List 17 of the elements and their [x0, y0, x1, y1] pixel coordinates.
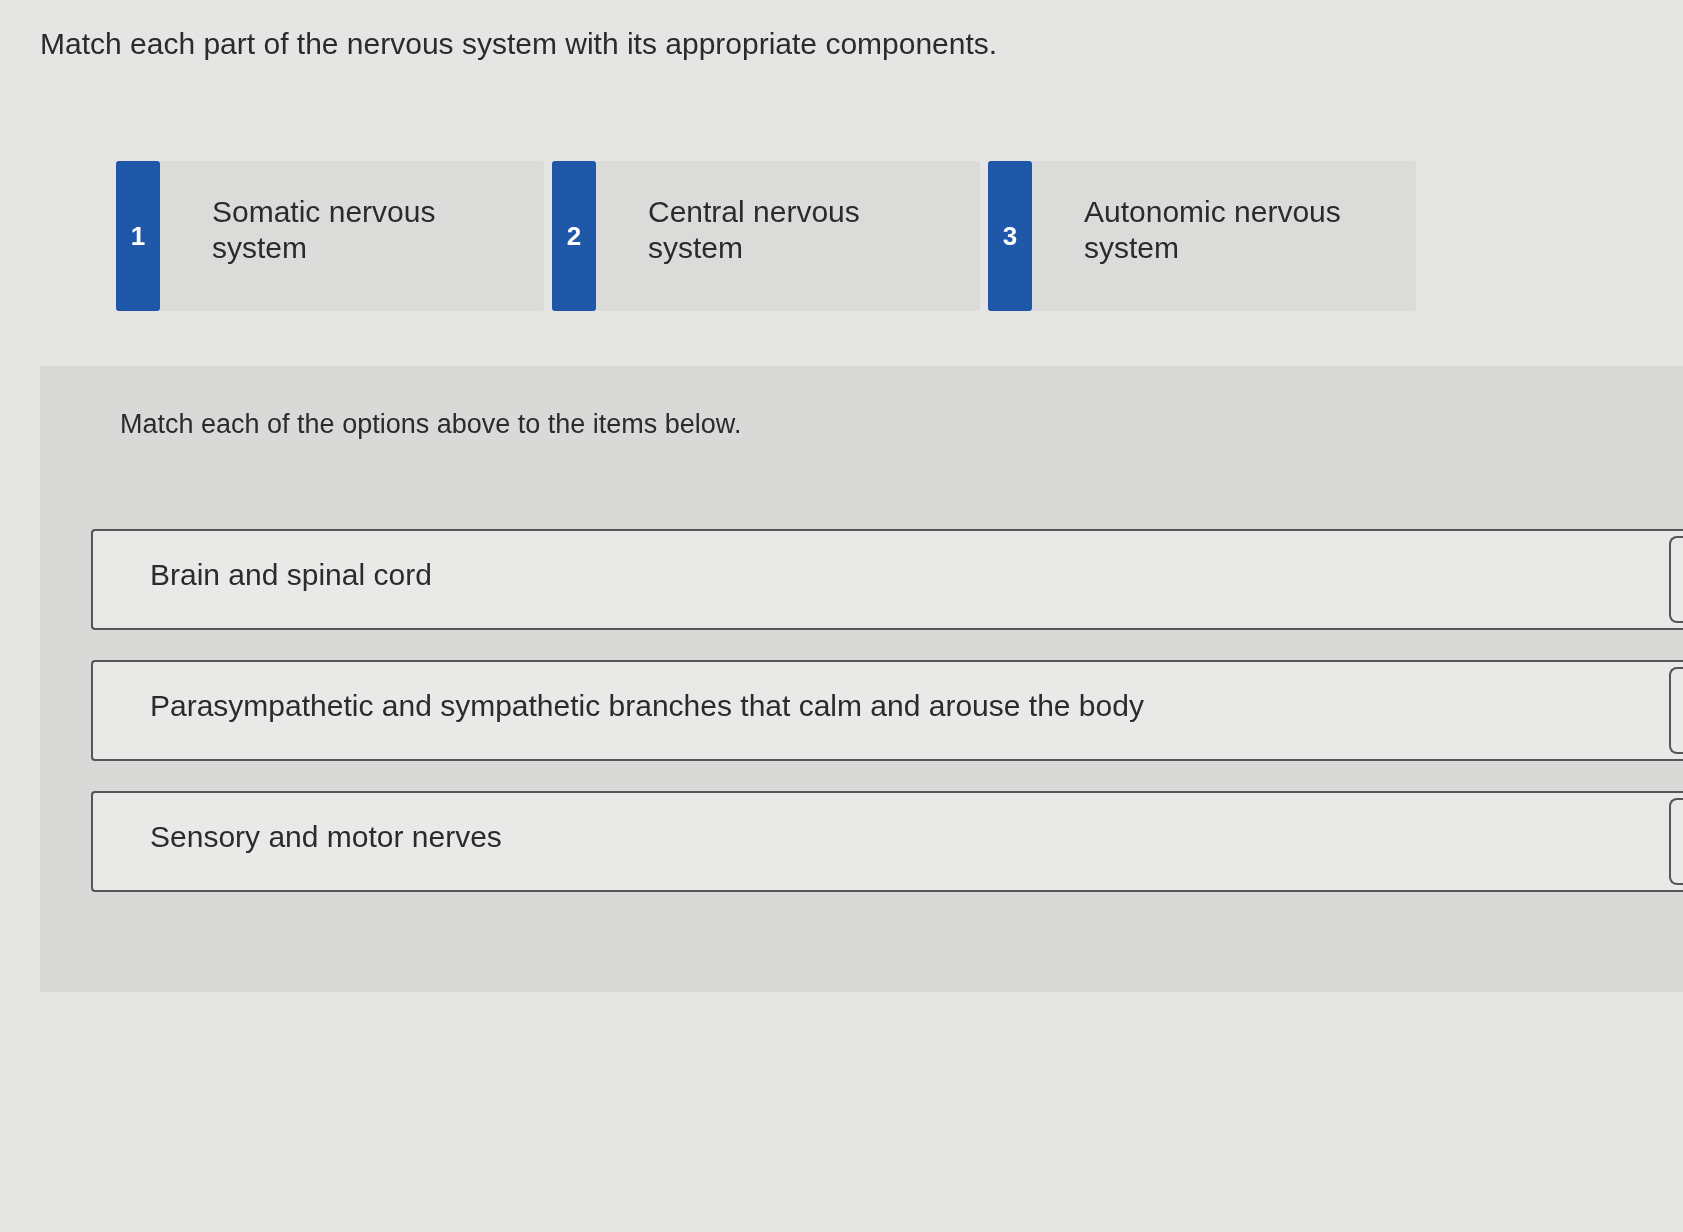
option-label: Central nervous system: [648, 194, 861, 266]
answer-slot[interactable]: [1669, 667, 1683, 754]
option-card[interactable]: 1 Somatic nervous system: [116, 161, 544, 311]
option-label: Autonomic nervous system: [1084, 194, 1342, 266]
answer-slot[interactable]: [1669, 536, 1683, 623]
option-card[interactable]: 2 Central nervous system: [552, 161, 980, 311]
item-text: Sensory and motor nerves: [150, 818, 502, 855]
item-text: Brain and spinal cord: [150, 556, 432, 593]
option-card[interactable]: 3 Autonomic nervous system: [988, 161, 1416, 311]
option-number: 3: [988, 161, 1032, 311]
answer-slot[interactable]: [1669, 798, 1683, 885]
question-prompt: Match each part of the nervous system with its appropriate components.: [40, 26, 998, 62]
option-label: Somatic nervous system: [212, 194, 437, 266]
option-number: 1: [116, 161, 160, 311]
item-text: Parasympathetic and sympathetic branches that calm and arouse the body: [150, 687, 1144, 724]
match-instruction: Match each of the options above to the items below.: [120, 408, 742, 440]
option-number: 2: [552, 161, 596, 311]
